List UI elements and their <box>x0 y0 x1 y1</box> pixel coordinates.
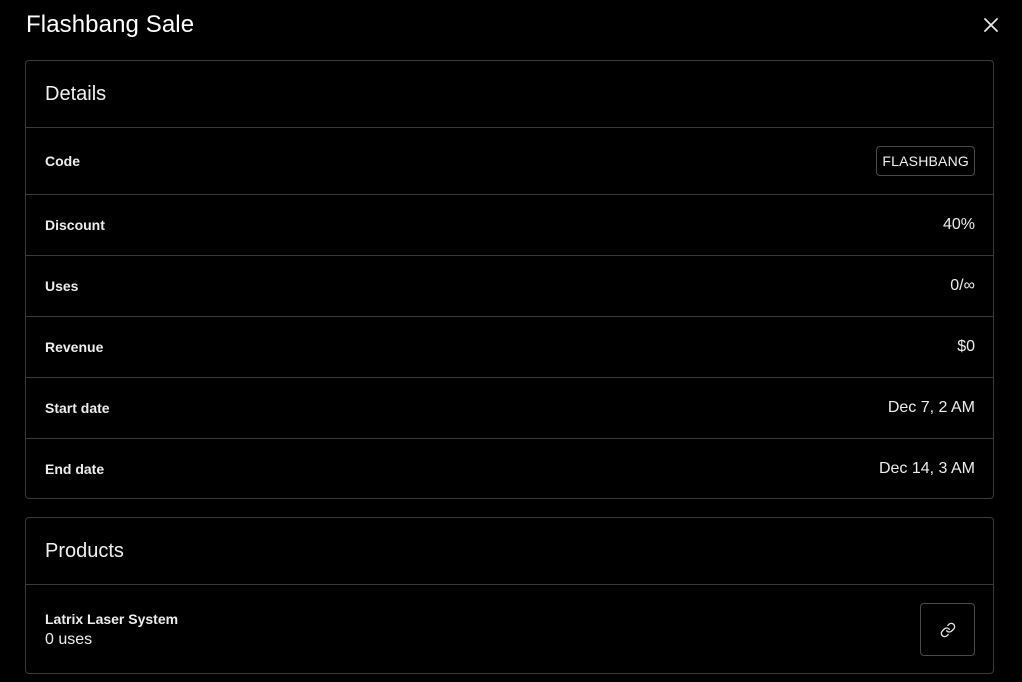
start-date-label: Start date <box>45 400 110 416</box>
detail-row-end-date: End date Dec 14, 3 AM <box>26 439 993 498</box>
product-uses: 0 uses <box>45 630 93 648</box>
uses-label: Uses <box>45 278 79 294</box>
close-icon <box>984 18 998 32</box>
products-card: Products Latrix Laser System 0 uses <box>25 517 994 674</box>
revenue-label: Revenue <box>45 339 104 355</box>
list-item: Latrix Laser System 0 uses <box>26 585 993 674</box>
details-header: Details <box>26 61 993 128</box>
detail-row-code: Code FLASHBANG <box>26 128 993 195</box>
product-info: Latrix Laser System 0 uses <box>45 611 178 649</box>
end-date-value: Dec 14, 3 AM <box>878 459 975 477</box>
modal-header: Flashbang Sale <box>26 0 1002 52</box>
details-card: Details Code FLASHBANG Discount 40% Uses… <box>25 60 994 499</box>
details-title: Details <box>45 82 107 105</box>
products-header: Products <box>26 518 993 585</box>
copy-link-button[interactable] <box>920 603 975 656</box>
detail-row-discount: Discount 40% <box>26 195 993 256</box>
product-name: Latrix Laser System <box>45 610 179 627</box>
link-icon <box>940 622 955 637</box>
start-date-value: Dec 7, 2 AM <box>887 399 975 416</box>
code-badge[interactable]: FLASHBANG <box>876 146 975 176</box>
discount-value: 40% <box>942 216 975 233</box>
detail-row-revenue: Revenue $0 <box>26 317 993 378</box>
revenue-value: $0 <box>957 338 975 355</box>
close-button[interactable] <box>980 14 1002 36</box>
end-date-label: End date <box>45 460 105 477</box>
discount-label: Discount <box>45 217 105 233</box>
detail-row-start-date: Start date Dec 7, 2 AM <box>26 378 993 439</box>
detail-row-uses: Uses 0/∞ <box>26 256 993 317</box>
code-label: Code <box>45 153 80 169</box>
page-title: Flashbang Sale <box>26 11 195 38</box>
uses-value: 0/∞ <box>950 277 975 294</box>
products-title: Products <box>45 539 124 562</box>
